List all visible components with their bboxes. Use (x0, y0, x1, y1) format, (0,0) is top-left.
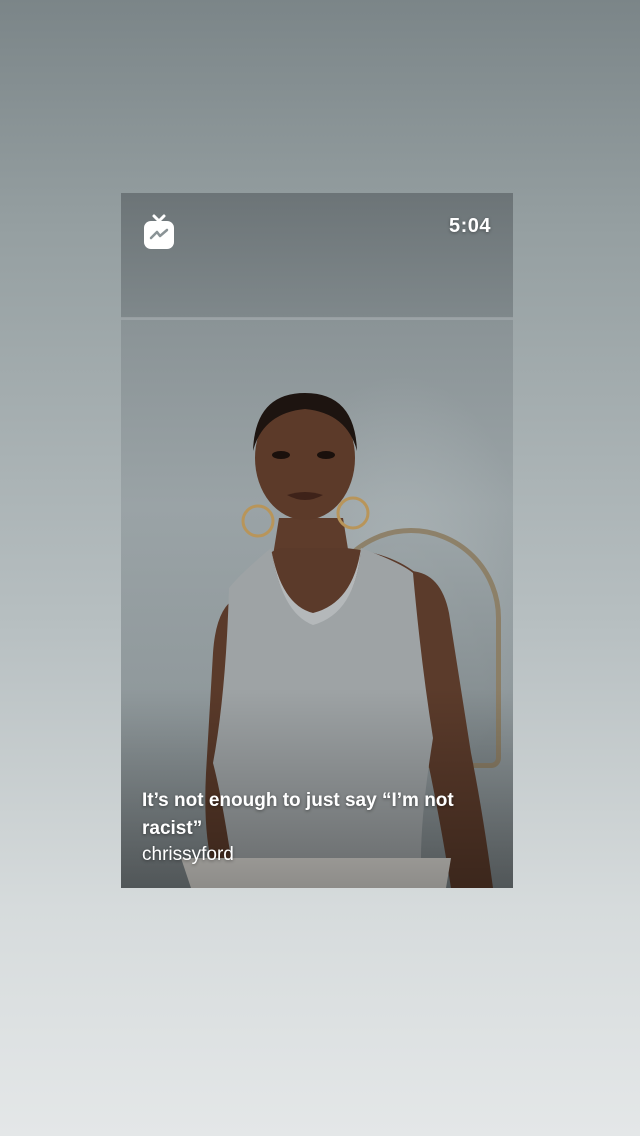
igtv-video-card[interactable]: 5:04 It’s not enough to just say “I’m no… (121, 193, 513, 888)
igtv-icon[interactable] (143, 213, 175, 251)
video-title[interactable]: It’s not enough to just say “I’m not rac… (142, 787, 472, 843)
video-time-remaining: 5:04 (448, 215, 491, 237)
video-author-username[interactable]: chrissyford (142, 843, 234, 867)
